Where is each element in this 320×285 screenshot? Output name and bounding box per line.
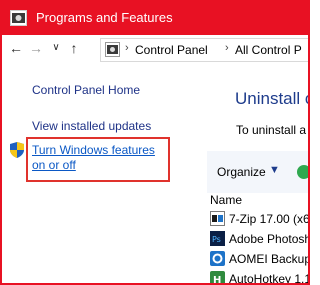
chevron-down-icon[interactable]: ∨ — [48, 40, 64, 56]
control-panel-icon — [10, 10, 27, 26]
page-subtitle: To uninstall a p — [236, 123, 308, 137]
program-row[interactable]: H AutoHotkey 1.1 — [210, 271, 308, 283]
sidebar: Control Panel Home View installed update… — [2, 63, 207, 283]
control-panel-icon — [105, 42, 120, 57]
aomei-icon — [210, 251, 225, 266]
back-arrow-icon[interactable]: ← — [8, 40, 24, 56]
toolbar: Organize ▼ — [207, 151, 308, 193]
organize-button[interactable]: Organize — [217, 165, 266, 179]
control-panel-home-link[interactable]: Control Panel Home — [32, 83, 140, 97]
window-title: Programs and Features — [36, 10, 173, 25]
svg-text:Ps: Ps — [212, 235, 221, 244]
program-name: 7-Zip 17.00 (x64 — [229, 212, 308, 226]
navigation-bar: ← → ∨ ↑ › Control Panel › All Control P — [2, 35, 308, 63]
breadcrumb-separator[interactable]: › — [225, 42, 229, 54]
program-name: AutoHotkey 1.1 — [229, 272, 308, 283]
program-row[interactable]: AOMEI Backupp — [210, 251, 308, 268]
program-name: Adobe Photosho — [229, 232, 308, 246]
turn-windows-features-link[interactable]: Turn Windows features on or off — [32, 143, 167, 173]
program-row[interactable]: Ps Adobe Photosho — [210, 231, 308, 248]
autohotkey-icon: H — [210, 271, 225, 283]
window: Programs and Features ← → ∨ ↑ › Control … — [0, 0, 310, 285]
forward-arrow-icon[interactable]: → — [28, 40, 44, 56]
title-bar: Programs and Features — [2, 2, 308, 35]
view-installed-updates-link[interactable]: View installed updates — [32, 119, 151, 133]
page-title: Uninstall or — [235, 89, 308, 108]
program-name: AOMEI Backupp — [229, 252, 308, 266]
svg-text:H: H — [213, 275, 221, 283]
breadcrumb-all-control-panel[interactable]: All Control P — [235, 43, 302, 57]
chevron-down-icon[interactable]: ▼ — [269, 164, 280, 176]
column-header-name[interactable]: Name — [210, 193, 242, 207]
program-row[interactable]: 7-Zip 17.00 (x64 — [210, 211, 308, 228]
photoshop-icon: Ps — [210, 231, 225, 246]
main-content: Uninstall or To uninstall a p Organize ▼… — [207, 63, 308, 283]
uninstall-icon[interactable] — [297, 165, 308, 179]
up-arrow-icon[interactable]: ↑ — [66, 40, 82, 56]
breadcrumb-separator[interactable]: › — [125, 42, 129, 54]
address-bar[interactable]: › Control Panel › All Control P — [100, 38, 308, 62]
breadcrumb-control-panel[interactable]: Control Panel — [135, 43, 208, 57]
shield-icon — [10, 142, 24, 158]
7zip-icon — [210, 211, 225, 226]
